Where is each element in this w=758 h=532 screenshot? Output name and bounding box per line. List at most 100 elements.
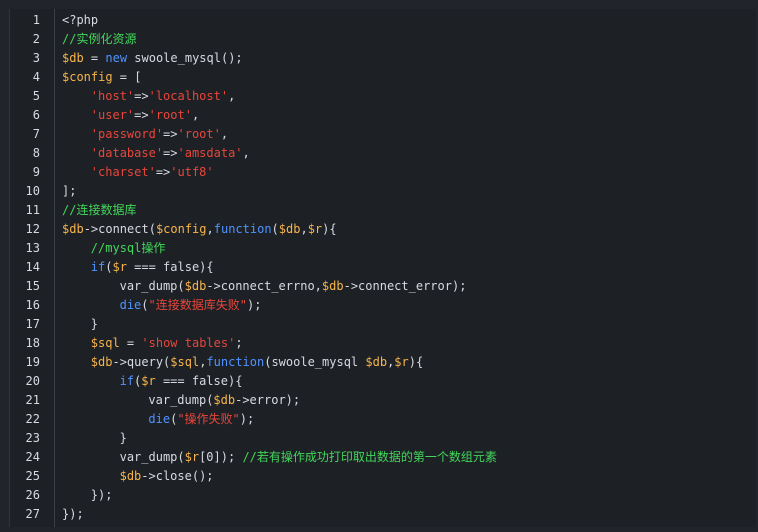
- code-token-comment: //mysql操作: [90, 241, 166, 255]
- code-token-string: 'host': [90, 89, 135, 103]
- code-token-var: $sql: [170, 355, 200, 369]
- code-token-plain: ;: [235, 336, 243, 350]
- code-line: //连接数据库: [62, 201, 136, 220]
- code-token-var: $db: [213, 393, 236, 407]
- code-line: 'database'=>'amsdata',: [91, 144, 250, 163]
- code-line: 'user'=>'root',: [91, 106, 199, 125]
- code-token-plain: );: [239, 412, 255, 426]
- code-token-plain: ->connect_errno,: [206, 279, 322, 293]
- code-token-plain: ){: [408, 355, 424, 369]
- code-token-plain: =>: [163, 127, 178, 141]
- line-number: 13: [25, 241, 40, 255]
- code-area[interactable]: <?php//实例化资源 $db = new swoole_mysql(); $co…: [62, 9, 756, 527]
- code-token-var: $r: [394, 355, 409, 369]
- code-token-plain: (: [271, 222, 279, 236]
- code-token-string: 'utf8': [170, 165, 214, 179]
- code-line: $config = [: [62, 68, 141, 87]
- code-token-var: $db: [321, 279, 344, 293]
- code-line: 'password'=>'root',: [91, 125, 228, 144]
- code-line: }: [120, 429, 127, 448]
- line-number: 14: [25, 260, 40, 274]
- code-token-var: $db: [365, 355, 388, 369]
- line-number: 24: [25, 450, 40, 464]
- code-line: var_dump($r[0]); //若有操作成功打印取出数据的第一个数组元素: [120, 448, 497, 467]
- code-token-plain: var_dump(: [119, 450, 185, 464]
- code-line: });: [62, 505, 84, 524]
- code-token-plain: });: [62, 507, 84, 521]
- code-line: $db = new swoole_mysql();: [62, 49, 243, 68]
- code-line: $db->close();: [120, 467, 214, 486]
- line-number: 21: [25, 393, 40, 407]
- code-token-comment: //连接数据库: [62, 203, 137, 217]
- line-number: 6: [32, 108, 40, 122]
- code-token-string: 'password': [90, 127, 164, 141]
- code-token-string: 'localhost': [148, 89, 229, 103]
- code-token-string: 'show tables': [141, 336, 236, 350]
- code-token-plain: =: [83, 51, 106, 65]
- code-line: 'charset'=>'utf8': [91, 163, 214, 182]
- line-number: 15: [25, 279, 40, 293]
- code-token-string: 'root': [177, 127, 221, 141]
- code-token-plain: =>: [155, 165, 171, 179]
- code-token-var: $db: [278, 222, 301, 236]
- code-line: //mysql操作: [91, 239, 166, 258]
- code-token-plain: <?php: [62, 13, 99, 27]
- code-token-string: "连接数据库失败": [148, 298, 247, 312]
- code-token-string: 'user': [90, 108, 135, 122]
- code-token-plain: ,: [206, 222, 214, 236]
- code-token-plain: }: [119, 431, 127, 445]
- code-token-keyword: if: [119, 374, 135, 388]
- code-line: die("操作失败");: [148, 410, 254, 429]
- code-token-plain: [0]);: [199, 450, 243, 464]
- code-token-var: $r: [307, 222, 323, 236]
- line-number: 5: [32, 89, 40, 103]
- line-number: 2: [32, 32, 40, 46]
- line-number-gutter: 1 2 3 4 5 6 7 8 9 10 11 12 13 14 15 16 17 18 19 20 21 22 23 24 2…: [10, 9, 55, 527]
- code-token-plain: ,: [228, 89, 236, 103]
- code-token-keyword: die: [119, 298, 142, 312]
- code-line: //实例化资源: [62, 30, 136, 49]
- line-number: 16: [25, 298, 40, 312]
- code-line: ];: [62, 182, 76, 201]
- code-token-plain: =>: [134, 89, 149, 103]
- code-token-plain: ,: [300, 222, 308, 236]
- code-token-plain: = [: [112, 70, 142, 84]
- code-token-plain: === false){: [155, 374, 243, 388]
- code-token-plain: =>: [163, 146, 178, 160]
- line-number: 9: [32, 165, 40, 179]
- code-token-keyword: new: [105, 51, 128, 65]
- code-line: if($r === false){: [91, 258, 214, 277]
- line-number: 3: [32, 51, 40, 65]
- code-token-plain: );: [246, 298, 262, 312]
- code-token-comment: //实例化资源: [62, 32, 137, 46]
- code-token-var: $r: [112, 260, 127, 274]
- code-line: <?php: [62, 11, 98, 30]
- code-token-plain: (swoole_mysql: [264, 355, 366, 369]
- code-token-plain: ->close();: [141, 469, 214, 483]
- code-token-string: 'database': [90, 146, 164, 160]
- line-number: 4: [32, 70, 40, 84]
- line-number: 17: [25, 317, 40, 331]
- code-token-plain: === false){: [126, 260, 214, 274]
- code-line: }: [91, 315, 98, 334]
- line-number: 1: [32, 13, 40, 27]
- line-number: 22: [25, 412, 40, 426]
- line-number: 26: [25, 488, 40, 502]
- code-token-var: $config: [155, 222, 207, 236]
- code-token-comment: //若有操作成功打印取出数据的第一个数组元素: [242, 450, 497, 464]
- code-token-plain: });: [90, 488, 113, 502]
- line-number: 27: [25, 507, 40, 521]
- code-line: var_dump($db->error);: [148, 391, 300, 410]
- code-token-plain: ,: [220, 127, 229, 141]
- code-token-string: 'amsdata': [177, 146, 243, 160]
- code-token-keyword: die: [148, 412, 171, 426]
- code-token-plain: swoole_mysql();: [127, 51, 243, 65]
- code-line: });: [91, 486, 113, 505]
- line-number: 18: [25, 336, 40, 350]
- code-token-plain: var_dump(: [119, 279, 185, 293]
- code-token-plain: (: [141, 298, 149, 312]
- code-token-var: $db: [119, 469, 142, 483]
- code-token-string: "操作失败": [177, 412, 240, 426]
- line-number: 12: [25, 222, 40, 236]
- code-editor[interactable]: 1 2 3 4 5 6 7 8 9 10 11 12 13 14 15 16 17 18 19 20 21 22 23 24 2…: [9, 9, 756, 527]
